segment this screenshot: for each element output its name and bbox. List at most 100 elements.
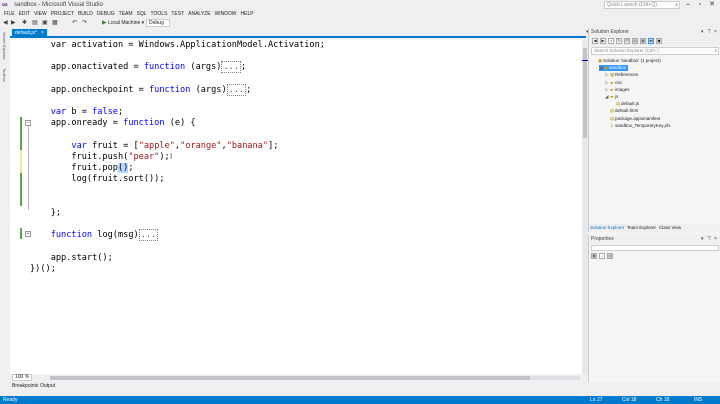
zoom-select[interactable]: 100 % [12, 374, 33, 381]
close-icon[interactable]: × [714, 28, 717, 37]
tree-item[interactable]: ◢ ▰ js [605, 94, 618, 100]
properties-icon[interactable]: ▦ [640, 38, 646, 44]
code-line[interactable]: var b = false; [30, 107, 123, 118]
menu-item-window[interactable]: WINDOW [215, 10, 237, 18]
alphabetical-icon[interactable]: ↓ [599, 253, 605, 259]
menu-item-view[interactable]: VIEW [34, 10, 47, 18]
code-line[interactable]: log(fruit.sort()); [30, 174, 164, 185]
tree-item[interactable]: ◢ ▣sandbox [599, 65, 629, 72]
tree-item[interactable]: ▷ ▰ images [605, 87, 630, 93]
tab-breakpoints[interactable]: Breakpoints [12, 382, 38, 390]
chevron-down-icon[interactable]: ▾ [701, 235, 704, 244]
menu-item-build[interactable]: BUILD [78, 10, 93, 18]
tree-item[interactable]: ▷ ▦References [605, 72, 638, 78]
forward-icon[interactable]: ▶ [600, 38, 606, 44]
collapsed-region[interactable]: ... [221, 61, 241, 74]
new-project-icon[interactable]: ✱ [22, 20, 27, 27]
code-token: (e) { [164, 118, 196, 129]
tab-output[interactable]: Output [40, 382, 55, 390]
code-line[interactable]: }; [30, 208, 61, 219]
chevron-down-icon[interactable]: ▾ [701, 28, 704, 37]
tree-item[interactable]: ▤package.appxmanifest [605, 116, 660, 122]
change-marker-saved [20, 173, 22, 206]
server-explorer-tab[interactable]: Server Explorer [2, 32, 7, 60]
save-all-icon[interactable]: ▦ [52, 20, 58, 27]
solution-configuration-select[interactable]: Debug [146, 19, 170, 27]
categorized-icon[interactable]: ▦ [591, 253, 597, 259]
code-line[interactable]: function log(msg)... [30, 229, 159, 242]
menu-item-help[interactable]: HELP [241, 10, 254, 18]
home-icon[interactable]: ⌂ [608, 38, 614, 44]
code-line[interactable]: app.onactivated = function (args)...; [30, 61, 246, 74]
close-button[interactable]: ✕ [706, 0, 718, 10]
code-line[interactable]: app.start(); [30, 253, 113, 264]
code-editor[interactable]: − + var activation = Windows.Application… [10, 40, 582, 374]
back-icon[interactable]: ◀ [592, 38, 598, 44]
scroll-thumb[interactable] [50, 376, 530, 380]
code-line[interactable]: })(); [30, 264, 56, 275]
refresh-icon[interactable]: ↻ [616, 38, 622, 44]
code-token: app.onready = [30, 118, 124, 129]
collapse-all-icon[interactable]: ⊟ [624, 38, 630, 44]
sync-icon[interactable]: ⇄ [648, 38, 654, 44]
menu-item-analyze[interactable]: ANALYZE [188, 10, 210, 18]
preview-icon[interactable]: ▣ [656, 38, 662, 44]
tab-default-js[interactable]: default.js* × [12, 29, 47, 38]
toolbox-tab[interactable]: Toolbox [2, 68, 7, 82]
menu-item-tools[interactable]: TOOLS [151, 10, 168, 18]
tree-item[interactable]: ▤default.html [605, 108, 638, 114]
menu-item-debug[interactable]: DEBUG [97, 10, 115, 18]
quick-launch-input[interactable]: Quick Launch (Ctrl+Q) ⌕ [604, 1, 680, 9]
open-file-icon[interactable]: ▤ [32, 20, 38, 27]
tree-item[interactable]: ⚷ sandbox_TemporaryKey.pfx [605, 123, 670, 129]
menu-item-test[interactable]: TEST [171, 10, 184, 18]
menu-item-file[interactable]: FILE [4, 10, 15, 18]
close-icon[interactable]: × [714, 235, 717, 244]
show-all-files-icon[interactable]: ▤ [632, 38, 638, 44]
search-icon: ⌕ [675, 2, 678, 8]
undo-icon[interactable]: ↶ [72, 20, 77, 27]
collapsed-region[interactable]: ... [138, 229, 159, 242]
pin-icon[interactable]: ⊤ [707, 235, 711, 244]
code-line[interactable]: app.onready = function (e) { [30, 118, 196, 129]
tab-class-view[interactable]: Class View [659, 224, 681, 232]
tree-item[interactable]: ▤default.js [611, 101, 639, 107]
save-icon[interactable]: ▣ [42, 20, 48, 27]
properties-panel: Properties ▾ ⊤ × ▦ ↓ ▤ [588, 235, 720, 382]
maximize-button[interactable]: ▫ [694, 0, 706, 10]
menu-item-edit[interactable]: EDIT [19, 10, 30, 18]
menu-item-sql[interactable]: SQL [136, 10, 146, 18]
back-icon[interactable]: ◀ [3, 20, 8, 27]
menu-item-team[interactable]: TEAM [119, 10, 133, 18]
search-icon: ⌕ [714, 48, 717, 53]
collapsed-region[interactable]: ... [226, 83, 247, 96]
solution-explorer-search-input[interactable]: Search Solution Explorer (Ctrl+;) ⌕ [591, 47, 719, 55]
title-bar: ∞ sandbox - Microsoft Visual Studio Quic… [0, 0, 720, 10]
start-debugging-button[interactable]: ▶ Local Machine ▾ [100, 19, 146, 27]
minimize-button[interactable]: – [682, 0, 694, 10]
pin-icon[interactable]: ⊤ [707, 28, 711, 37]
code-line[interactable]: var activation = Windows.ApplicationMode… [30, 40, 325, 51]
menu-item-project[interactable]: PROJECT [51, 10, 74, 18]
code-token: "pear" [128, 152, 160, 162]
tree-item[interactable]: ▷ ▰ css [605, 80, 622, 86]
forward-icon[interactable]: ▶ [11, 20, 16, 27]
close-tab-icon[interactable]: × [41, 30, 44, 36]
code-line[interactable]: fruit.push("pear"); [30, 152, 169, 163]
tab-solution-explorer[interactable]: Solution Explorer [590, 224, 624, 232]
code-token: log(msg) [92, 230, 139, 241]
property-pages-icon[interactable]: ▤ [607, 253, 613, 259]
tree-item[interactable]: ▣Solution 'sandbox' (1 project) [593, 58, 661, 64]
scroll-thumb[interactable] [583, 48, 587, 138]
tab-team-explorer[interactable]: Team Explorer [627, 224, 656, 232]
code-line[interactable]: app.oncheckpoint = function (args)...; [30, 83, 251, 96]
redo-icon[interactable]: ↷ [82, 20, 87, 27]
properties-object-select[interactable] [591, 245, 719, 251]
code-token: ; [128, 163, 134, 174]
code-line[interactable]: var fruit = ["apple","orange","banana"]; [30, 141, 278, 152]
horizontal-scrollbar[interactable] [50, 376, 580, 380]
code-token: "apple" [138, 140, 175, 151]
code-line[interactable]: fruit.pop(); [30, 163, 134, 174]
code-token: var activation = Windows.ApplicationMode… [30, 40, 325, 50]
